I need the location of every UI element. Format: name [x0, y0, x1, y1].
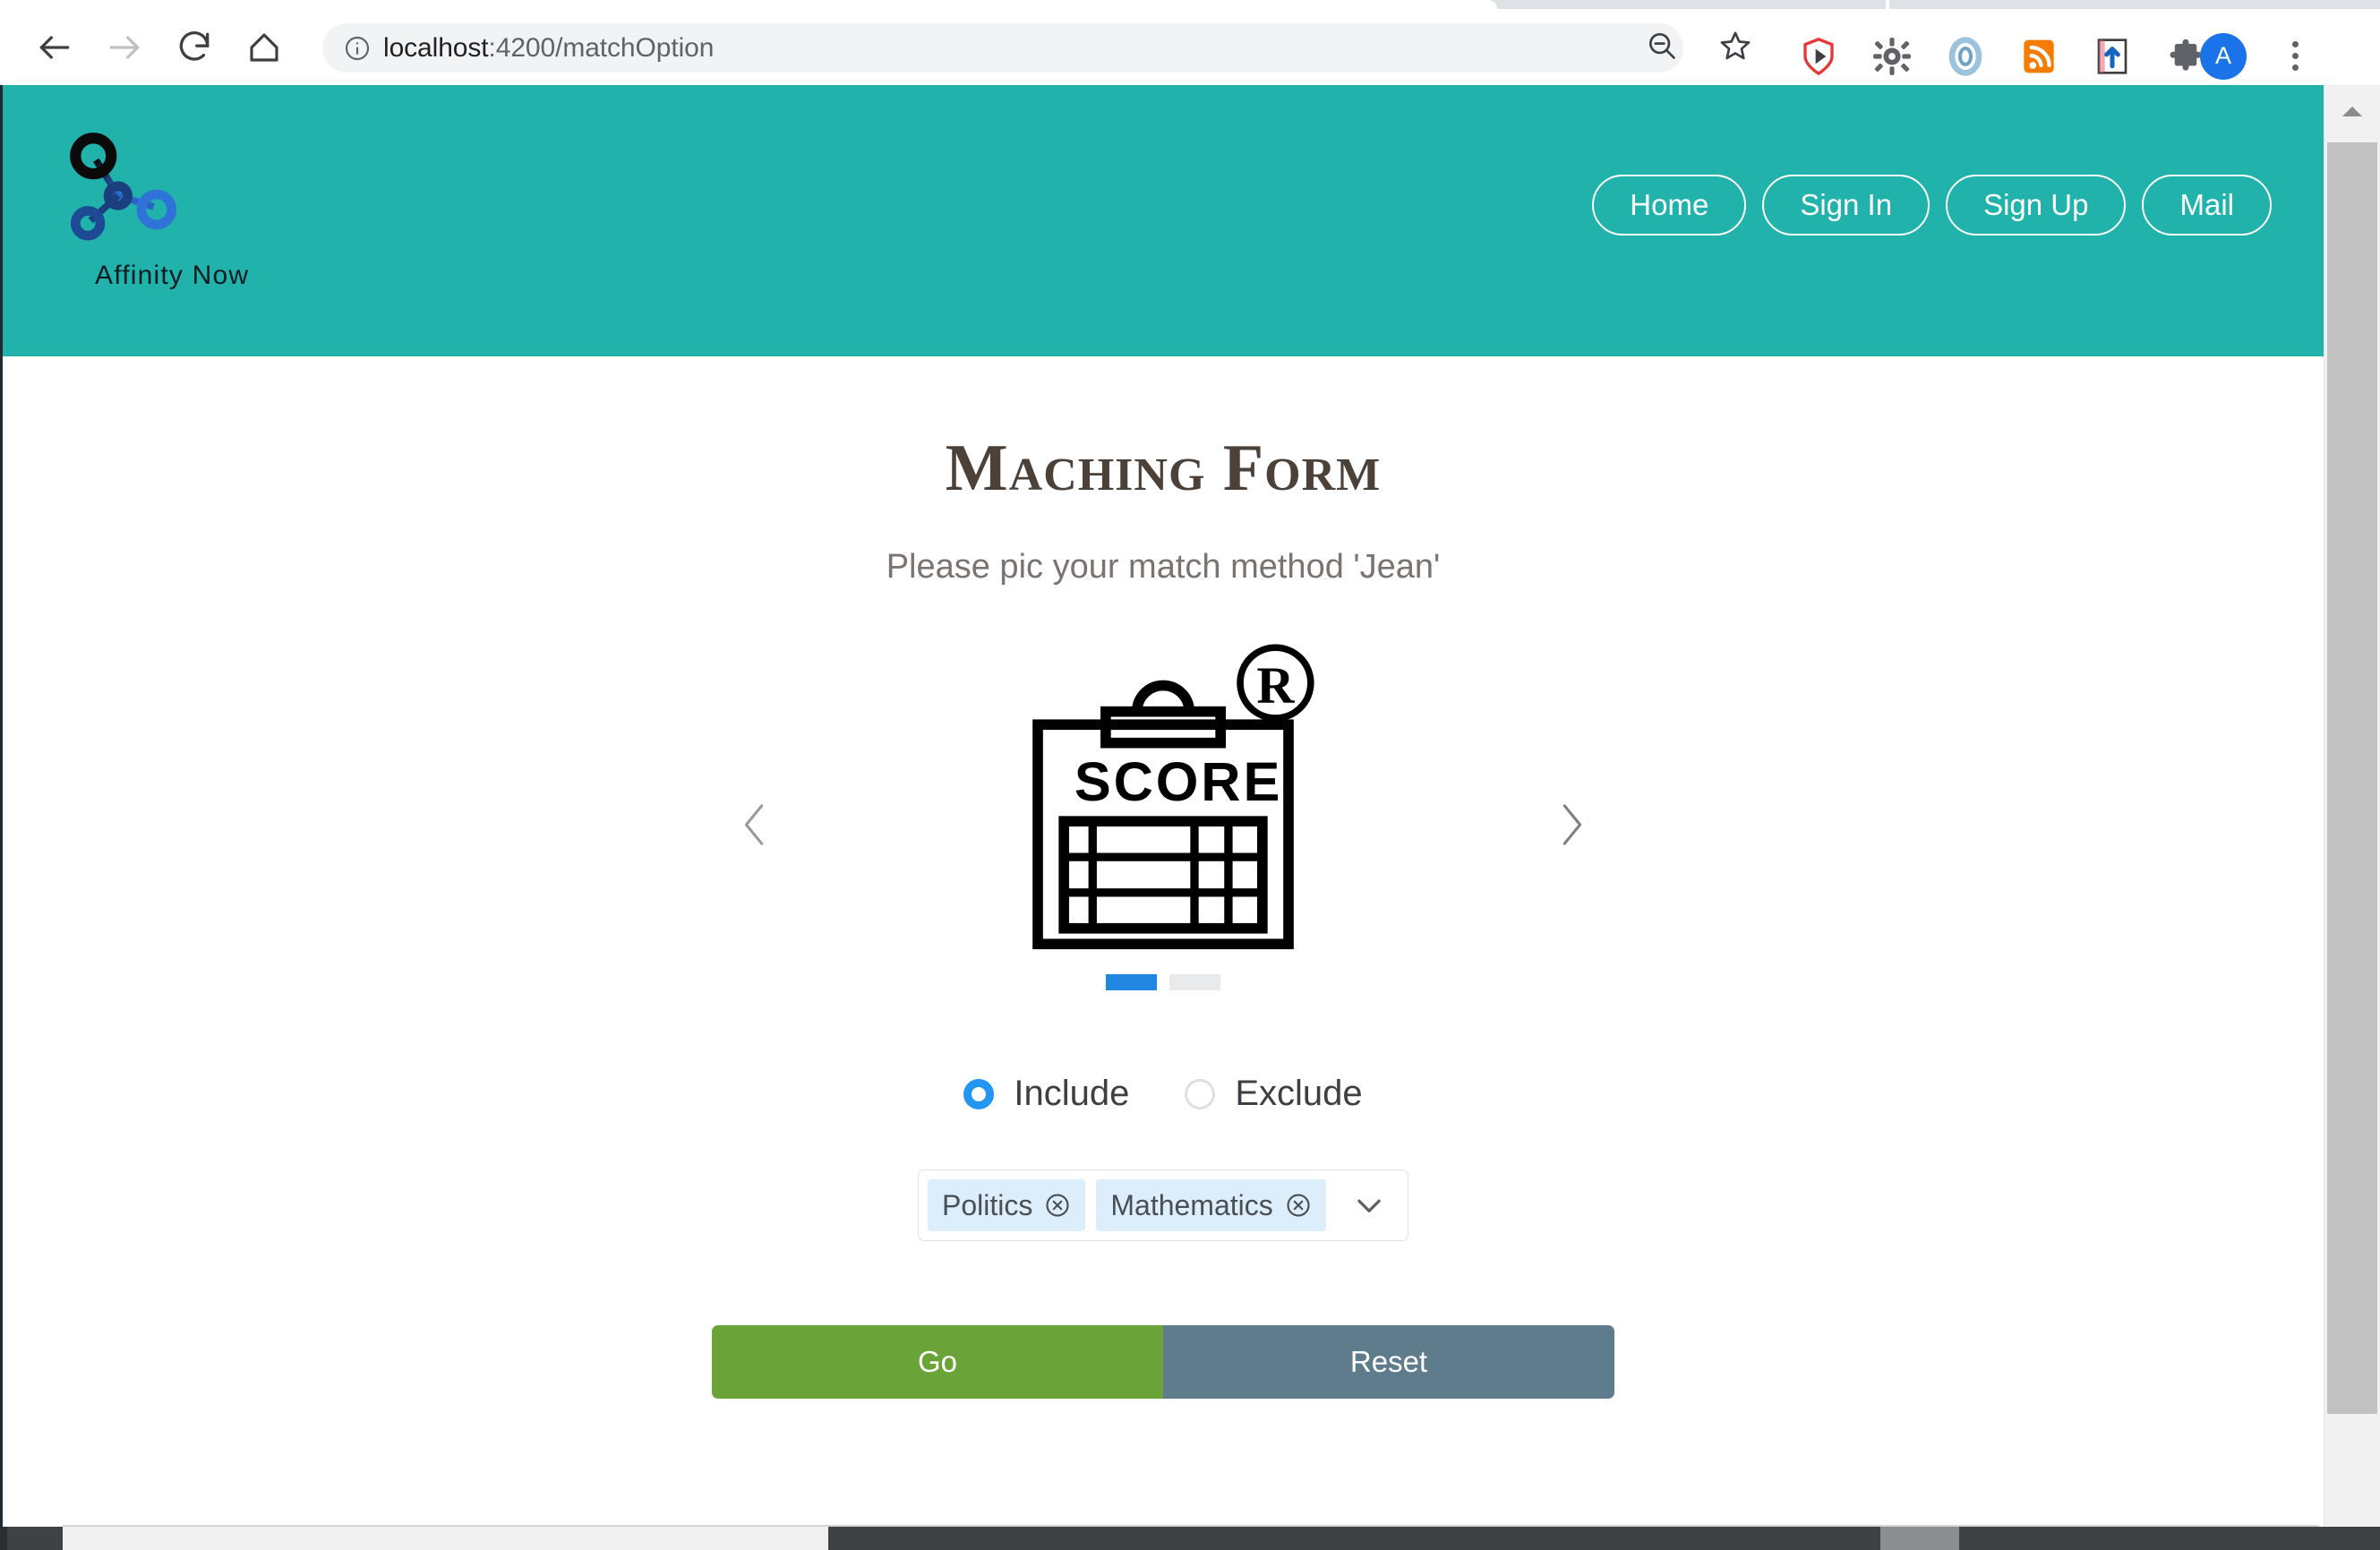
zoom-out-icon	[1645, 29, 1679, 67]
scroll-thumb[interactable]	[2327, 142, 2377, 1414]
form-subtitle: Please pic your match method 'Jean'	[3, 548, 2324, 587]
chevron-down-icon[interactable]	[1352, 1188, 1386, 1222]
radio-option-include[interactable]: Include	[963, 1074, 1129, 1114]
nav-item-home[interactable]: Home	[1592, 175, 1746, 235]
site-header: Affinity Now Home Sign In Sign Up Mail	[3, 85, 2324, 356]
svg-text:SCORE: SCORE	[1074, 751, 1282, 812]
active-tab[interactable]	[0, 0, 1497, 9]
radio-label-exclude: Exclude	[1235, 1074, 1362, 1114]
radio-button-exclude[interactable]	[1185, 1079, 1215, 1109]
taskbar-edge	[0, 1527, 7, 1550]
form-actions: Go Reset	[3, 1325, 2324, 1399]
tab-strip	[0, 0, 2380, 9]
nav-item-mail[interactable]: Mail	[2142, 175, 2272, 235]
score-clipboard-icon: R SCORE	[1006, 638, 1320, 956]
star-icon	[1717, 28, 1753, 68]
site-nav: Home Sign In Sign Up Mail	[1592, 175, 2272, 235]
profile-button[interactable]: A	[2183, 18, 2264, 94]
tab-gap	[1886, 0, 1889, 9]
omnibox-actions	[1625, 23, 1772, 73]
network-nodes-logo	[52, 239, 195, 254]
radio-option-exclude[interactable]: Exclude	[1185, 1074, 1362, 1114]
method-carousel: R SCORE	[3, 638, 2324, 997]
scroll-up-arrow-icon	[2341, 103, 2364, 124]
taskbar-tray-strip[interactable]	[1880, 1527, 1959, 1550]
bookmark-button[interactable]	[1699, 23, 1772, 73]
taskbar-window-strip[interactable]	[63, 1527, 828, 1550]
main-content: Maching Form Please pic your match metho…	[3, 435, 2324, 1399]
carousel-dot-1[interactable]	[1106, 974, 1157, 990]
home-icon	[245, 29, 283, 66]
rss-feed-icon[interactable]	[2002, 18, 2076, 94]
info-circle-icon[interactable]	[342, 33, 372, 64]
arrow-right-icon	[105, 28, 144, 67]
browser-window: localhost:4200/matchOption	[0, 0, 2380, 1550]
extension-icons	[1782, 18, 2222, 94]
chip-politics[interactable]: Politics	[928, 1179, 1085, 1231]
reload-icon	[175, 28, 214, 67]
vertical-scrollbar[interactable]	[2324, 85, 2380, 1527]
arrow-left-icon	[35, 28, 74, 67]
url-host: localhost	[383, 33, 489, 63]
upload-book-icon[interactable]	[2076, 18, 2149, 94]
svg-text:R: R	[1256, 655, 1295, 714]
go-button[interactable]: Go	[712, 1325, 1163, 1399]
browser-menu-button[interactable]	[2264, 18, 2326, 94]
circle-x-icon[interactable]	[1285, 1192, 1312, 1219]
profile-and-menu: A	[2183, 18, 2326, 94]
os-taskbar	[0, 1527, 2380, 1550]
zoom-out-button[interactable]	[1625, 23, 1699, 73]
brand-name: Affinity Now	[95, 261, 338, 291]
carousel-dot-2[interactable]	[1169, 974, 1220, 990]
scroll-up-button[interactable]	[2324, 85, 2380, 141]
back-button[interactable]	[20, 9, 90, 85]
navigation-buttons	[20, 9, 299, 85]
carousel-next-button[interactable]	[1545, 800, 1598, 853]
three-dots-vertical-icon	[2292, 41, 2299, 47]
radio-button-include[interactable]	[963, 1079, 994, 1109]
chip-label: Politics	[942, 1189, 1032, 1222]
page-title: Maching Form	[3, 435, 2324, 501]
nav-item-signin[interactable]: Sign In	[1762, 175, 1930, 235]
home-button[interactable]	[229, 9, 299, 85]
reload-button[interactable]	[159, 9, 229, 85]
carousel-slide: R SCORE	[3, 638, 2324, 956]
topics-multiselect[interactable]: Politics Mathematics	[918, 1169, 1408, 1241]
carousel-indicators	[3, 974, 2324, 990]
radio-label-include: Include	[1014, 1074, 1129, 1114]
menu-dot	[2292, 64, 2299, 71]
inactive-tab[interactable]	[1886, 0, 2380, 9]
brand[interactable]: Affinity Now	[52, 130, 338, 291]
page-viewport: Affinity Now Home Sign In Sign Up Mail M…	[3, 85, 2324, 1527]
browser-toolbar: localhost:4200/matchOption	[0, 9, 2380, 85]
forward-button[interactable]	[90, 9, 159, 85]
circle-x-icon[interactable]	[1044, 1192, 1071, 1219]
chip-label: Mathematics	[1110, 1189, 1272, 1222]
adblock-shield-icon[interactable]	[1782, 18, 1855, 94]
url-text: localhost:4200/matchOption	[383, 33, 714, 64]
topics-field-wrapper: Politics Mathematics	[3, 1169, 2324, 1241]
swirl-extension-icon[interactable]	[1929, 18, 2002, 94]
avatar: A	[2200, 33, 2247, 80]
reset-button[interactable]: Reset	[1163, 1325, 1614, 1399]
nav-item-signup[interactable]: Sign Up	[1946, 175, 2126, 235]
address-bar[interactable]: localhost:4200/matchOption	[322, 23, 1683, 73]
url-path: :4200/matchOption	[489, 33, 715, 63]
chip-mathematics[interactable]: Mathematics	[1096, 1179, 1325, 1231]
match-mode-radio-group: Include Exclude	[3, 1074, 2324, 1114]
gear-extension-icon[interactable]	[1855, 18, 1929, 94]
menu-dot	[2292, 53, 2299, 59]
chevron-right-icon	[1551, 799, 1592, 855]
